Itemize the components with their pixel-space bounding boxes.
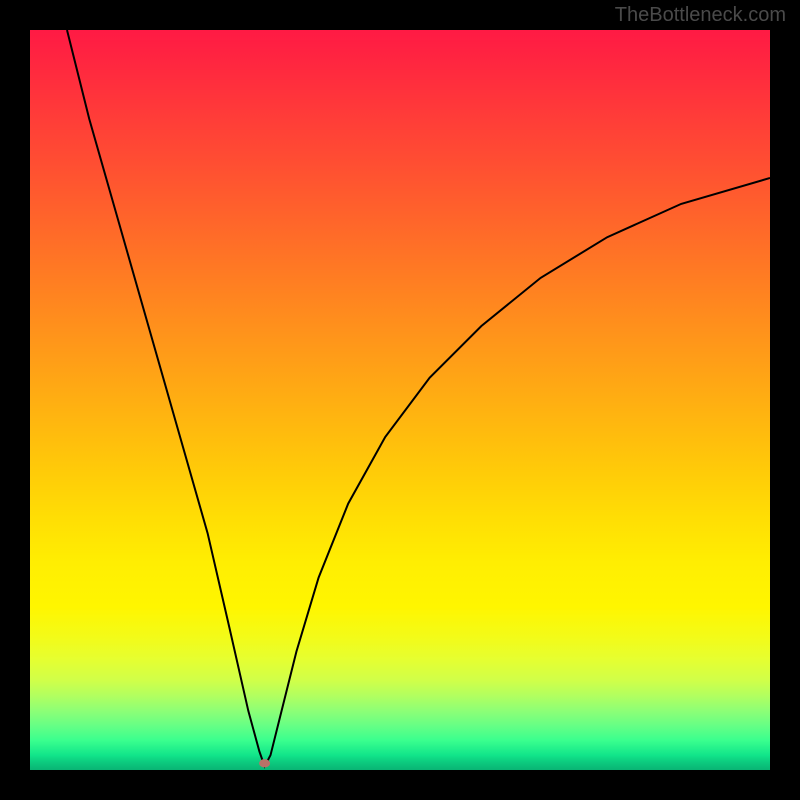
curve-layer	[30, 30, 770, 770]
bottleneck-curve	[67, 30, 770, 766]
plot-area	[30, 30, 770, 770]
chart-frame: TheBottleneck.com	[0, 0, 800, 800]
optimum-marker	[259, 759, 270, 767]
watermark-text: TheBottleneck.com	[615, 4, 786, 27]
